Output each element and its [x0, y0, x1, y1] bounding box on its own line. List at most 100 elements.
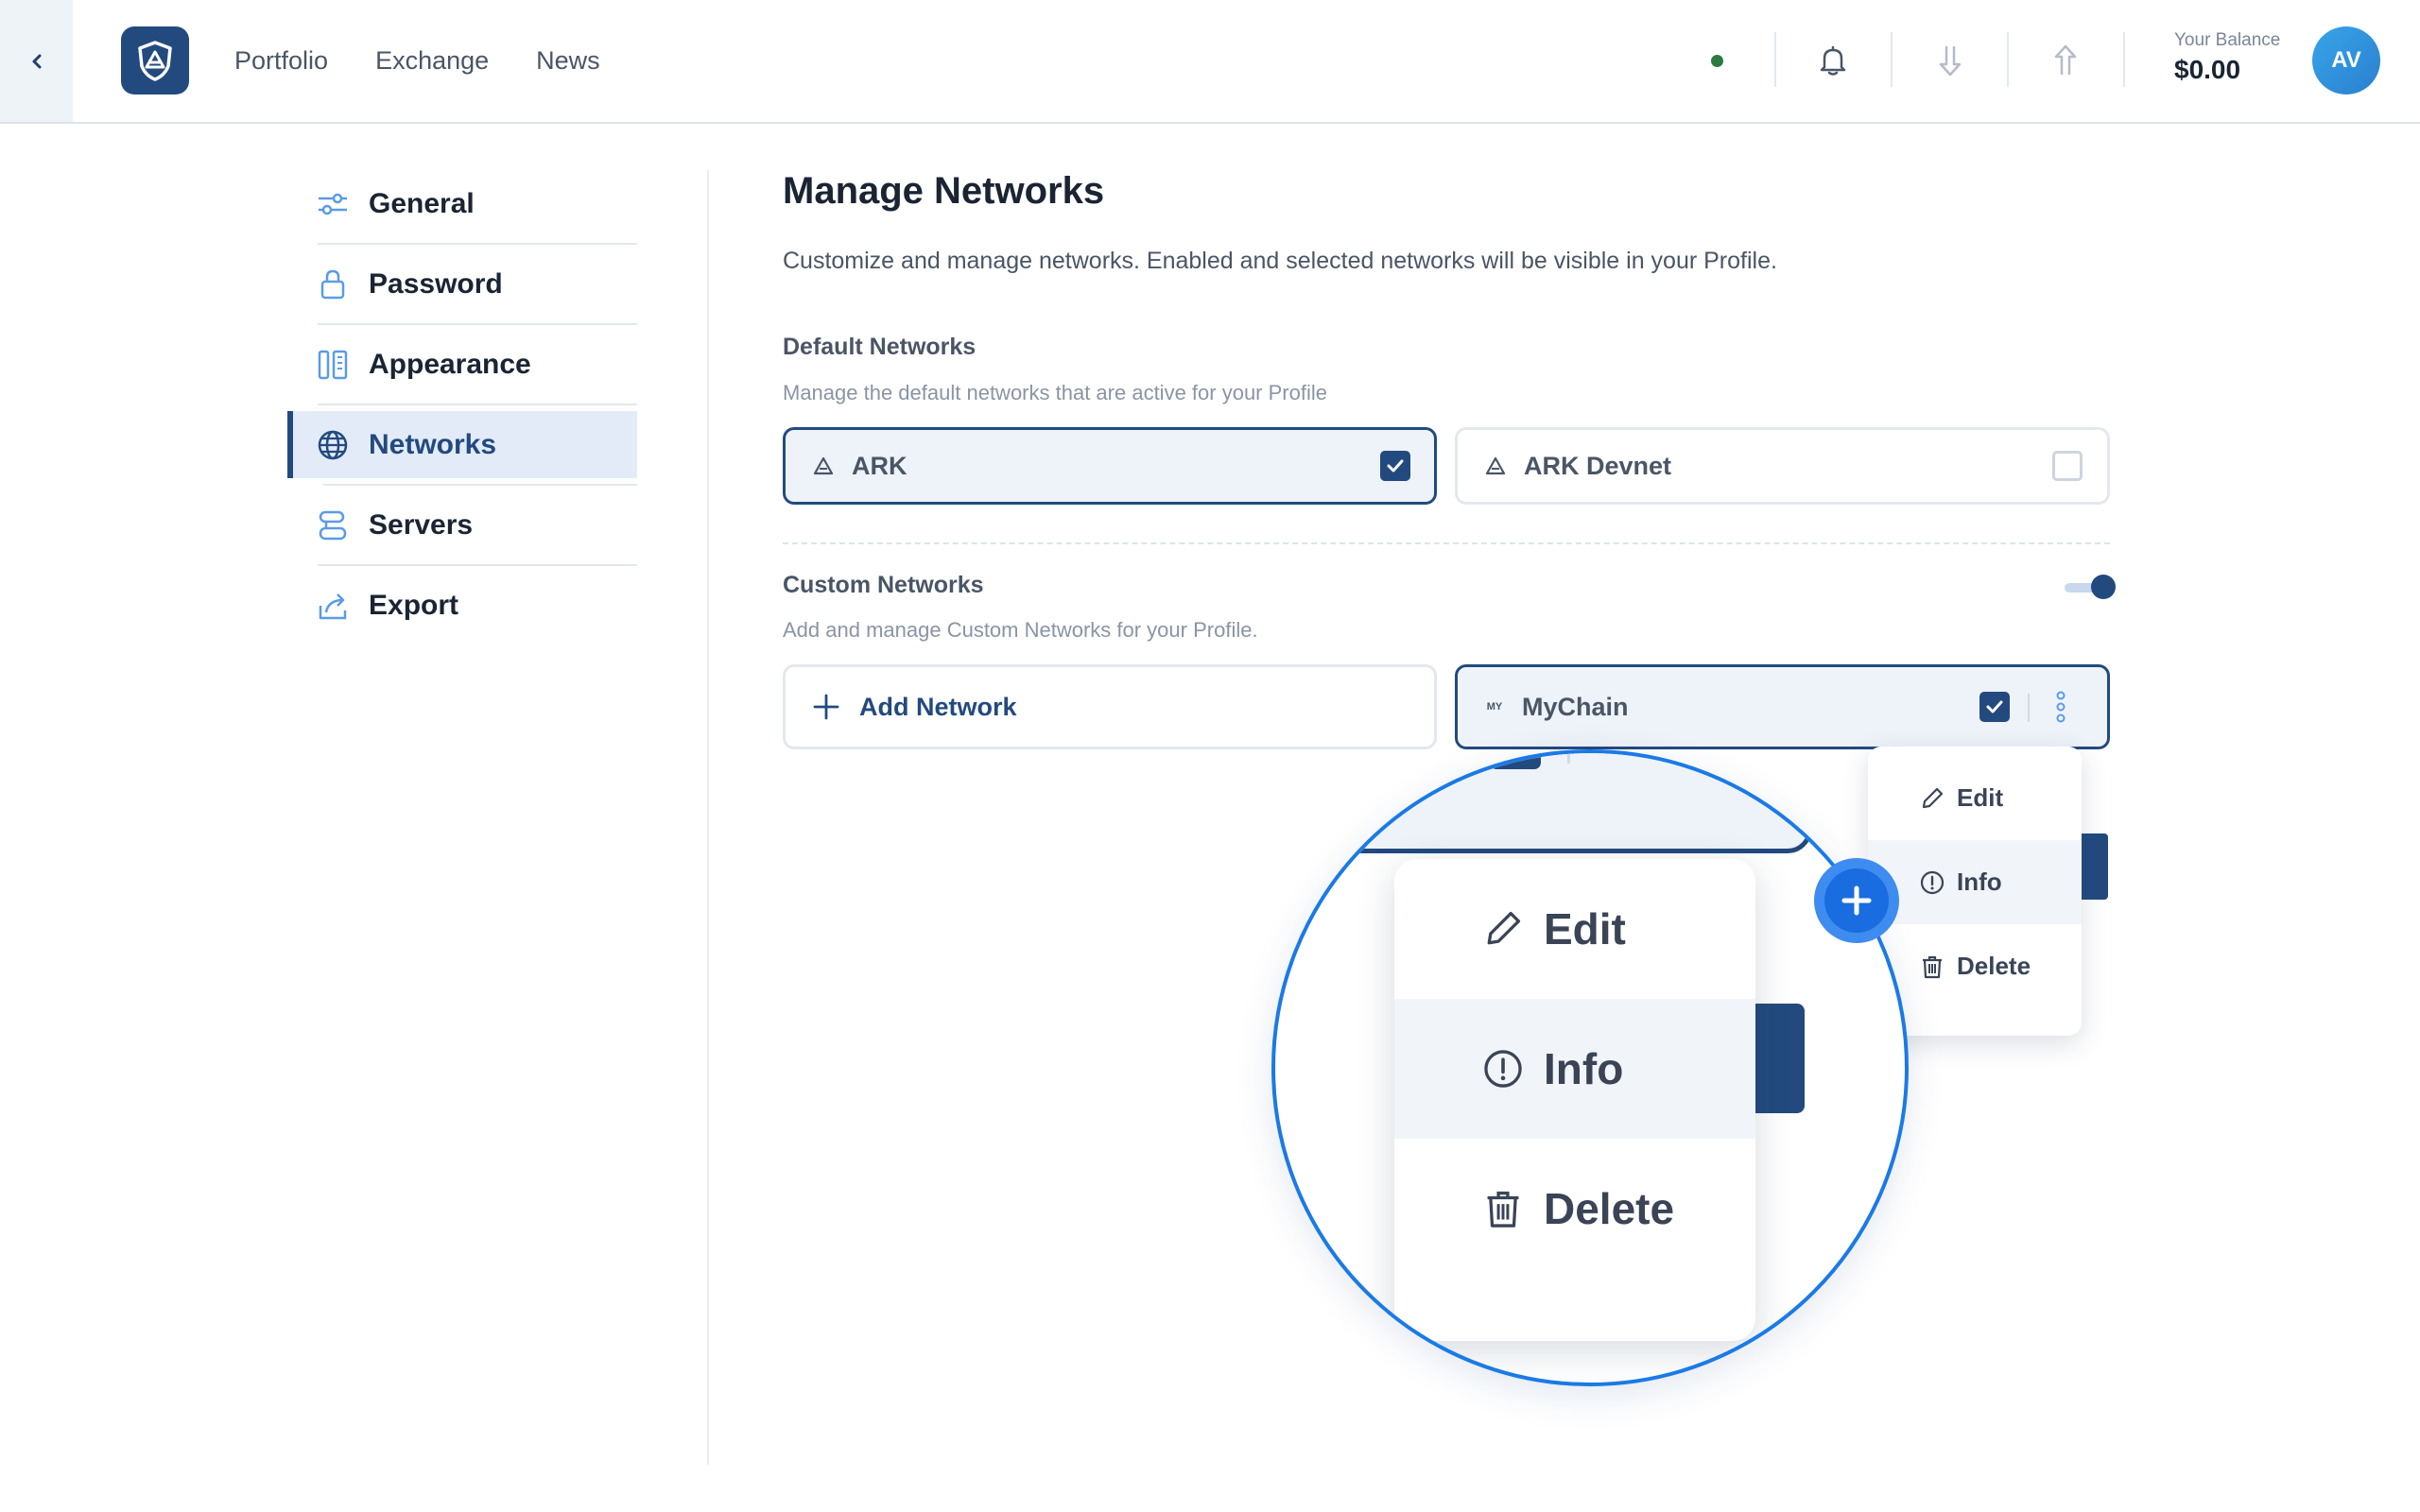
- servers-icon: [316, 508, 350, 542]
- receive-button[interactable]: [1927, 38, 1973, 83]
- add-network-button[interactable]: Add Network: [783, 664, 1437, 749]
- sidebar-item-label: Appearance: [369, 348, 531, 380]
- zoomed-item-label: Edit: [1544, 904, 1626, 954]
- more-vertical-icon: [1611, 753, 1630, 768]
- check-icon: [1986, 700, 2003, 713]
- network-card-mychain[interactable]: MY MyChain: [1455, 664, 2110, 749]
- network-label: ARK Devnet: [1524, 451, 1672, 480]
- custom-networks-title: Custom Networks: [783, 572, 984, 598]
- back-button[interactable]: [0, 0, 73, 122]
- zoomed-item-label: Delete: [1544, 1184, 1675, 1233]
- zoomed-item-info: Info: [1394, 999, 1755, 1139]
- plus-icon: [1824, 868, 1889, 933]
- dropdown-item-label: Edit: [1957, 783, 2004, 812]
- chevron-left-icon: [32, 54, 41, 68]
- zoomed-item-delete: Delete: [1394, 1139, 1755, 1279]
- plus-icon: [813, 694, 839, 720]
- add-network-label: Add Network: [859, 692, 1017, 721]
- sidebar-item-label: Networks: [369, 428, 497, 460]
- dropdown-item-label: Delete: [1957, 952, 2031, 980]
- card-edge: [2078, 833, 2108, 900]
- appearance-icon: [316, 348, 350, 382]
- zoomed-checkbox: [1490, 753, 1541, 769]
- ark-icon: [813, 456, 834, 475]
- bell-icon: [1820, 45, 1846, 76]
- sidebar-item-label: Export: [369, 589, 459, 621]
- sliders-icon: [316, 187, 350, 221]
- nav-link-portfolio[interactable]: Portfolio: [234, 46, 328, 76]
- avatar[interactable]: AV: [2312, 26, 2380, 94]
- zoomed-item-label: Info: [1544, 1044, 1624, 1093]
- nav-link-exchange[interactable]: Exchange: [375, 46, 489, 76]
- divider: [1567, 753, 1570, 764]
- divider: [2007, 32, 2009, 87]
- sidebar-item-networks[interactable]: Networks: [287, 411, 637, 486]
- zoom-magnifier: Edit Info Delete: [1271, 749, 1909, 1386]
- zoomed-dropdown: Edit Info Delete: [1394, 859, 1755, 1341]
- trash-icon: [1481, 1187, 1525, 1230]
- status-indicator: [1711, 55, 1723, 67]
- dropdown-item-info[interactable]: Info: [1868, 840, 2082, 924]
- info-icon: [1481, 1047, 1525, 1091]
- page-title: Manage Networks: [783, 170, 1105, 212]
- network-label: ARK: [852, 451, 908, 480]
- custom-networks-description: Add and manage Custom Networks for your …: [783, 618, 1258, 642]
- nav-link-news[interactable]: News: [536, 46, 600, 76]
- sidebar-item-label: Password: [369, 267, 503, 300]
- pencil-icon: [1919, 785, 1945, 812]
- divider: [2123, 32, 2125, 87]
- dropdown-item-edit[interactable]: Edit: [1868, 756, 2082, 840]
- arrow-up-icon: [2054, 44, 2077, 75]
- notifications-button[interactable]: [1810, 38, 1856, 83]
- ark-icon: [1485, 456, 1506, 475]
- info-icon: [1919, 869, 1945, 896]
- send-button[interactable]: [2043, 38, 2088, 83]
- network-card-ark[interactable]: ARK: [783, 427, 1437, 505]
- zoomed-item-edit: Edit: [1394, 859, 1755, 999]
- balance-label: Your Balance: [2174, 30, 2281, 50]
- page-subtitle: Customize and manage networks. Enabled a…: [783, 248, 1777, 274]
- app-logo[interactable]: [121, 26, 189, 94]
- zoomed-network-card: [1275, 753, 1812, 853]
- globe-icon: [316, 428, 350, 462]
- check-icon: [1387, 459, 1404, 472]
- ark-shield-logo: [138, 41, 172, 81]
- divider: [2028, 694, 2030, 722]
- more-options-button[interactable]: [2055, 690, 2066, 729]
- network-label: MyChain: [1522, 692, 1629, 721]
- trash-icon: [1919, 954, 1945, 980]
- sidebar-item-label: General: [369, 187, 475, 219]
- sidebar-item-export[interactable]: Export: [287, 572, 637, 639]
- network-badge: MY: [1486, 701, 1503, 713]
- divider: [1891, 32, 1893, 87]
- sidebar-item-servers[interactable]: Servers: [287, 491, 637, 566]
- pencil-icon: [1481, 907, 1525, 951]
- network-card-ark-devnet[interactable]: ARK Devnet: [1455, 427, 2110, 505]
- dropdown-item-label: Info: [1957, 868, 2002, 896]
- more-vertical-icon: [2056, 691, 2066, 723]
- sidebar-item-password[interactable]: Password: [287, 250, 637, 325]
- zoom-plus-badge: [1814, 858, 1899, 943]
- top-navbar: Portfolio Exchange News Your Balance $0.…: [0, 0, 2420, 124]
- toggle-knob[interactable]: [2091, 575, 2116, 599]
- network-checkbox[interactable]: [1380, 451, 1410, 481]
- sidebar-item-general[interactable]: General: [287, 170, 637, 245]
- network-checkbox[interactable]: [2052, 451, 2083, 481]
- export-icon: [316, 589, 350, 623]
- default-networks-title: Default Networks: [783, 334, 977, 360]
- default-networks-description: Manage the default networks that are act…: [783, 381, 1327, 404]
- divider: [1774, 32, 1776, 87]
- sidebar-item-appearance[interactable]: Appearance: [287, 331, 637, 405]
- network-options-dropdown: Edit Info Delete: [1868, 747, 2082, 1036]
- content-divider: [707, 170, 709, 1465]
- zoomed-card-edge: [1748, 1004, 1805, 1113]
- balance-value: $0.00: [2174, 55, 2241, 84]
- main-content: Manage Networks Customize and manage net…: [783, 170, 2116, 749]
- network-checkbox[interactable]: [1979, 692, 2010, 722]
- check-icon: [1509, 753, 1514, 755]
- arrow-down-icon: [1939, 46, 1962, 77]
- section-divider: [783, 542, 2110, 544]
- settings-sidebar: General Password Appearance Networks Ser…: [287, 170, 637, 652]
- lock-icon: [316, 267, 350, 301]
- sidebar-item-label: Servers: [369, 508, 474, 541]
